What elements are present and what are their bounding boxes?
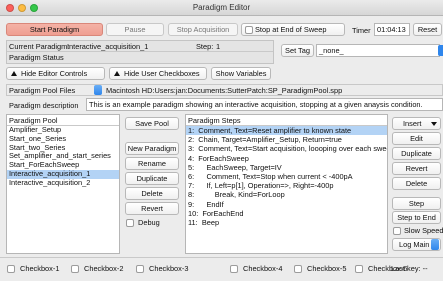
stop-at-end-of-sweep-checkbox[interactable]	[245, 26, 253, 34]
step-list-item[interactable]: 9: EndIf	[186, 200, 387, 209]
last-key-status: Last key: --	[391, 264, 428, 273]
user-checkbox-6[interactable]	[355, 265, 363, 273]
hide-user-checkboxes-button[interactable]: Hide User Checkboxes	[109, 67, 207, 80]
slow-speed-checkbox[interactable]	[393, 227, 401, 235]
pool-list-item[interactable]: Interactive_acquisition_1	[7, 169, 119, 179]
step-value: 1	[216, 42, 221, 51]
step-list-item[interactable]: 3: Comment, Text=Start acquisition, looo…	[186, 144, 387, 153]
timer-display: 01:04:13	[374, 23, 410, 36]
pool-list-item[interactable]: Set_amplifier_and_start_series	[7, 152, 119, 161]
hide-editor-controls-button[interactable]: Hide Editor Controls	[6, 67, 105, 80]
user-checkbox-1[interactable]	[7, 265, 15, 273]
tag-popup-arrow[interactable]	[438, 45, 443, 56]
debug-label: Debug	[138, 218, 160, 227]
start-paradigm-button[interactable]: Start Paradigm	[6, 23, 103, 36]
paradigm-status-text: Paradigm Status	[9, 53, 64, 62]
current-paradigm-value: Interactive_acquisition_1	[67, 42, 149, 51]
pool-file-path: Macintosh HD:Users:jan:Documents:SutterP…	[106, 86, 343, 95]
edit-step-button[interactable]: Edit	[392, 132, 441, 145]
set-tag-button[interactable]: Set Tag	[281, 44, 314, 57]
stop-at-end-of-sweep-toggle[interactable]: Stop at End of Sweep	[241, 23, 345, 36]
step-list-item[interactable]: 10: ForEachEnd	[186, 209, 387, 218]
user-checkbox-2[interactable]	[71, 265, 79, 273]
triangle-up-icon	[11, 71, 17, 76]
user-checkbox-label: Checkbox-3	[149, 264, 189, 273]
step-list-item[interactable]: 2: Chain, Target=Amplifier_Setup, Return…	[186, 135, 387, 144]
timer-reset-button[interactable]: Reset	[413, 23, 442, 36]
window-title: Paradigm Editor	[192, 3, 251, 12]
hide-user-checkboxes-label: Hide User Checkboxes	[124, 69, 200, 78]
paradigm-steps-list[interactable]: 1: Comment, Text=Reset amplifier to know…	[186, 126, 387, 227]
pool-list-item[interactable]: Start_two_Series	[7, 144, 119, 153]
pool-list-item[interactable]: Amplifier_Setup	[7, 126, 119, 135]
user-checkbox-label: Checkbox-1	[20, 264, 60, 273]
paradigm-description-field[interactable]: This is an example paradigm showing an i…	[86, 98, 443, 111]
timer-label: Timer	[352, 26, 371, 35]
user-checkbox-label: Checkbox-4	[243, 264, 283, 273]
debug-checkbox[interactable]	[126, 219, 134, 227]
step-list-item[interactable]: 4: ForEachSweep	[186, 154, 387, 163]
tag-input[interactable]: _none_	[316, 44, 440, 57]
insert-step-label: Insert	[403, 119, 422, 128]
insert-step-dropdown[interactable]: Insert	[392, 117, 441, 130]
log-main-dropdown[interactable]: Log Main	[392, 238, 441, 251]
pool-files-label: Paradigm Pool Files	[9, 86, 76, 95]
step-list-item[interactable]: 11: Beep	[186, 218, 387, 227]
pool-list-item[interactable]: Interactive_acquisition_2	[7, 179, 119, 188]
log-main-label: Log Main	[399, 240, 430, 249]
new-paradigm-button[interactable]: New Paradigm	[125, 142, 179, 155]
rename-button[interactable]: Rename	[125, 157, 179, 170]
show-variables-button[interactable]: Show Variables	[211, 67, 271, 80]
log-main-popup-icon	[431, 239, 439, 250]
save-pool-button[interactable]: Save Pool	[125, 117, 179, 130]
step-list-item[interactable]: 1: Comment, Text=Reset amplifier to know…	[186, 126, 387, 136]
delete-step-button[interactable]: Delete	[392, 177, 441, 190]
pool-list-item[interactable]: Start_one_Series	[7, 135, 119, 144]
delete-paradigm-button[interactable]: Delete	[125, 187, 179, 200]
pool-list-item[interactable]: Start_ForEachSweep	[7, 161, 119, 170]
step-to-end-button[interactable]: Step to End	[392, 211, 441, 224]
revert-paradigm-button[interactable]: Revert	[125, 202, 179, 215]
user-checkbox-label: Checkbox-2	[84, 264, 124, 273]
title-bar: Paradigm Editor	[0, 0, 443, 16]
duplicate-paradigm-button[interactable]: Duplicate	[125, 172, 179, 185]
step-list-item[interactable]: 6: Comment, Text=Stop when current < -40…	[186, 172, 387, 181]
paradigm-pool-list[interactable]: Amplifier_Setup Start_one_Series Start_two…	[7, 126, 119, 188]
current-paradigm-label: Current Paradigm:	[9, 42, 70, 51]
status-divider	[7, 51, 273, 52]
user-checkbox-label: Checkbox-5	[307, 264, 347, 273]
step-list-item[interactable]: 7: If, Left=p[1], Operation=>, Right=-40…	[186, 181, 387, 190]
slow-speed-label: Slow Speed	[404, 226, 443, 235]
paradigm-steps-header: Paradigm Steps	[188, 116, 241, 125]
chevron-down-icon	[431, 122, 437, 126]
step-label: Step:	[196, 42, 214, 51]
step-list-item[interactable]: 8: Break, Kind=ForLoop	[186, 190, 387, 199]
paradigm-pool-header: Paradigm Pool	[9, 116, 58, 125]
user-checkbox-5[interactable]	[294, 265, 302, 273]
duplicate-step-button[interactable]: Duplicate	[392, 147, 441, 160]
paradigm-description-label: Paradigm description	[9, 101, 79, 110]
user-checkbox-3[interactable]	[136, 265, 144, 273]
bottom-divider	[0, 257, 443, 258]
triangle-up-icon	[114, 71, 120, 76]
pool-files-popup-icon[interactable]	[94, 85, 102, 95]
stop-acquisition-button[interactable]: Stop Acquisition	[168, 23, 238, 36]
step-button[interactable]: Step	[392, 197, 441, 210]
pause-button[interactable]: Pause	[106, 23, 164, 36]
step-list-item[interactable]: 5: EachSweep, Target=IV	[186, 163, 387, 172]
user-checkbox-4[interactable]	[230, 265, 238, 273]
hide-editor-controls-label: Hide Editor Controls	[21, 69, 88, 78]
stop-at-end-of-sweep-label: Stop at End of Sweep	[255, 25, 327, 34]
revert-step-button[interactable]: Revert	[392, 162, 441, 175]
